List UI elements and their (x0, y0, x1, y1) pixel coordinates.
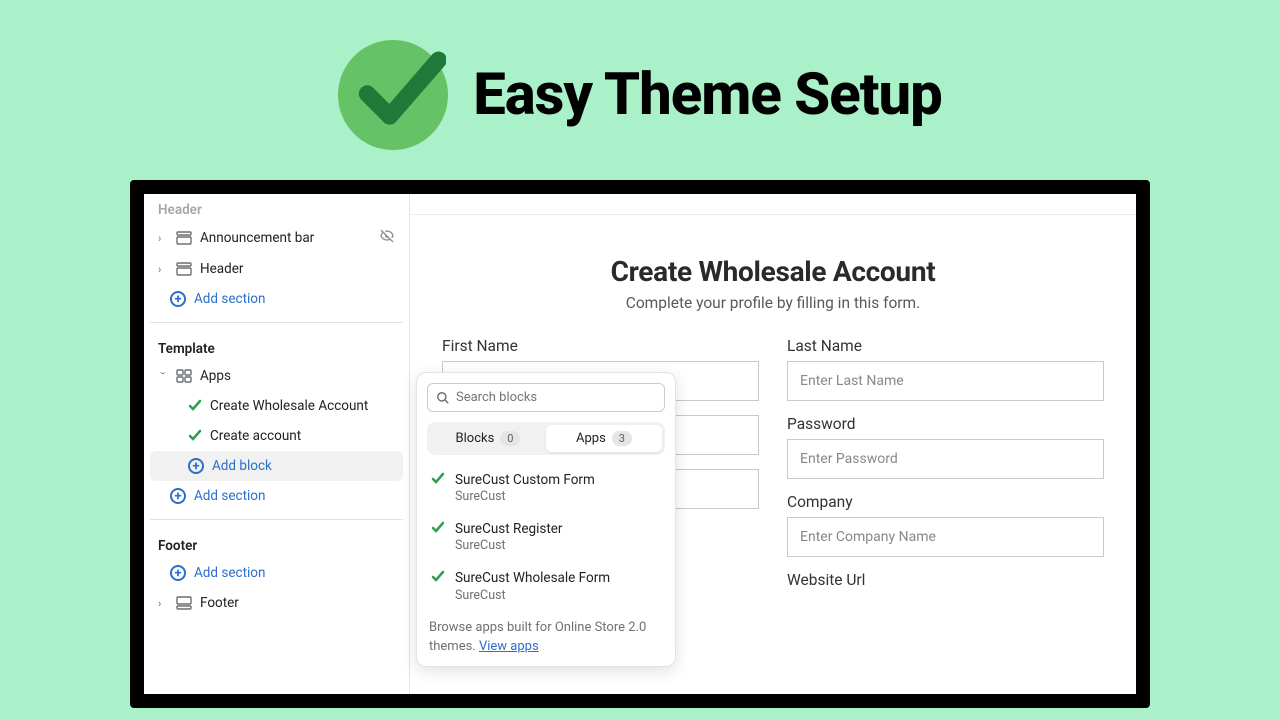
sidebar-label: Apps (200, 368, 395, 384)
app-check-icon (188, 399, 202, 413)
app-name: SureCust Custom Form (455, 471, 595, 489)
sidebar-label: Header (200, 261, 395, 277)
company-input[interactable]: Enter Company Name (787, 517, 1104, 557)
sidebar-label: Create Wholesale Account (210, 398, 395, 414)
app-name: SureCust Register (455, 520, 563, 538)
add-section-button[interactable]: + Add section (150, 284, 403, 314)
chevron-right-icon: › (158, 232, 168, 245)
sidebar-item-create-account[interactable]: Create account (150, 421, 403, 451)
form-subtitle: Complete your profile by filling in this… (410, 294, 1136, 312)
block-picker-popover: Blocks 0 Apps 3 SureCust Custom Form Sur… (416, 372, 676, 667)
tab-count: 3 (612, 431, 632, 446)
tab-label: Blocks (456, 431, 495, 446)
add-section-label: Add section (194, 565, 395, 581)
password-label: Password (787, 415, 1104, 433)
app-check-icon (431, 471, 445, 485)
add-section-label: Add section (194, 488, 395, 504)
sidebar-item-footer[interactable]: › Footer (150, 588, 403, 618)
plus-circle-icon: + (170, 291, 186, 307)
form-title: Create Wholesale Account (410, 255, 1136, 288)
add-section-label: Add section (194, 291, 395, 307)
tab-label: Apps (576, 431, 606, 446)
hidden-icon[interactable] (379, 228, 395, 248)
browse-apps-text: Browse apps built for Online Store 2.0 t… (427, 619, 665, 657)
plus-circle-icon: + (170, 565, 186, 581)
last-name-label: Last Name (787, 337, 1104, 355)
hero-check-icon (338, 40, 448, 150)
sidebar-item-create-wholesale[interactable]: Create Wholesale Account (150, 391, 403, 421)
plus-circle-icon: + (188, 458, 204, 474)
plus-circle-icon: + (170, 488, 186, 504)
last-name-input[interactable]: Enter Last Name (787, 361, 1104, 401)
footer-heading: Footer (150, 528, 403, 558)
app-vendor: SureCust (455, 588, 610, 603)
tab-blocks[interactable]: Blocks 0 (430, 425, 546, 452)
chevron-right-icon: › (158, 597, 168, 610)
tab-count: 0 (500, 431, 520, 446)
add-block-button[interactable]: + Add block (150, 451, 403, 481)
app-item[interactable]: SureCust Wholesale Form SureCust (427, 561, 665, 610)
view-apps-link[interactable]: View apps (479, 639, 539, 654)
template-heading: Template (150, 331, 403, 361)
theme-editor-sidebar: Header › Announcement bar › Header + Add… (144, 194, 409, 694)
first-name-label: First Name (442, 337, 759, 355)
app-name: SureCust Wholesale Form (455, 569, 610, 587)
app-vendor: SureCust (455, 489, 595, 504)
sidebar-label: Announcement bar (200, 230, 371, 246)
screenshot-frame: Header › Announcement bar › Header + Add… (130, 180, 1150, 708)
app-item[interactable]: SureCust Custom Form SureCust (427, 463, 665, 512)
sidebar-label: Footer (200, 595, 395, 611)
sidebar-item-announcement-bar[interactable]: › Announcement bar (150, 222, 403, 254)
hero-title: Easy Theme Setup (473, 61, 942, 129)
app-check-icon (431, 569, 445, 583)
website-label: Website Url (787, 571, 1104, 589)
app-vendor: SureCust (455, 538, 563, 553)
chevron-right-icon: › (158, 263, 168, 276)
popover-tabs: Blocks 0 Apps 3 (427, 422, 665, 455)
sidebar-label: Create account (210, 428, 395, 444)
section-icon (176, 262, 192, 276)
search-blocks-input[interactable] (427, 383, 665, 412)
password-input[interactable]: Enter Password (787, 439, 1104, 479)
app-check-icon (188, 429, 202, 443)
chevron-down-icon: › (157, 371, 170, 381)
section-icon (176, 231, 192, 245)
add-block-label: Add block (212, 458, 395, 474)
sidebar-item-header[interactable]: › Header (150, 254, 403, 284)
tab-apps[interactable]: Apps 3 (546, 425, 662, 452)
app-list: SureCust Custom Form SureCust SureCust R… (427, 463, 665, 611)
add-section-button[interactable]: + Add section (150, 481, 403, 511)
company-label: Company (787, 493, 1104, 511)
sidebar-item-apps[interactable]: › Apps (150, 361, 403, 391)
apps-icon (176, 369, 192, 383)
search-icon (436, 391, 450, 405)
add-section-button[interactable]: + Add section (150, 558, 403, 588)
app-item[interactable]: SureCust Register SureCust (427, 512, 665, 561)
app-check-icon (431, 520, 445, 534)
section-icon (176, 596, 192, 610)
